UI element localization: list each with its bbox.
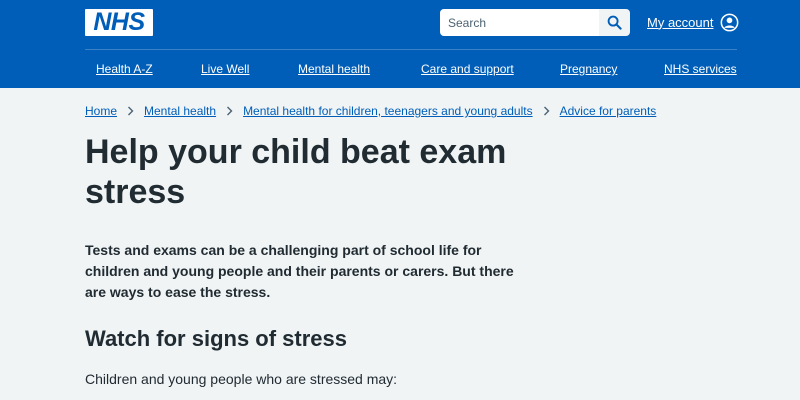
section-heading: Watch for signs of stress — [85, 326, 348, 351]
breadcrumb: Home Mental health Mental health for chi… — [85, 104, 656, 118]
search-button[interactable] — [599, 9, 630, 36]
site-header: NHS My account Health A-Z Live Well Ment… — [0, 0, 800, 88]
nav-item-health-a-z[interactable]: Health A-Z — [96, 62, 153, 76]
nhs-logo[interactable]: NHS — [85, 9, 153, 36]
chevron-right-icon — [216, 106, 243, 116]
breadcrumb-advice-for-parents[interactable]: Advice for parents — [560, 104, 657, 118]
primary-navigation: Health A-Z Live Well Mental health Care … — [85, 62, 737, 78]
breadcrumb-mental-health[interactable]: Mental health — [144, 104, 216, 118]
header-divider — [85, 49, 737, 50]
search-form — [440, 9, 630, 36]
nav-item-pregnancy[interactable]: Pregnancy — [560, 62, 617, 76]
lede-paragraph: Tests and exams can be a challenging par… — [85, 242, 514, 300]
chevron-right-icon — [533, 106, 560, 116]
breadcrumb-mental-health-children[interactable]: Mental health for children, teenagers an… — [243, 104, 533, 118]
search-icon — [607, 15, 622, 30]
user-circle-icon — [721, 13, 739, 31]
section-paragraph: Children and young people who are stress… — [85, 371, 398, 387]
my-account-label: My account — [647, 14, 714, 30]
nav-item-nhs-services[interactable]: NHS services — [664, 62, 737, 76]
nav-item-care-and-support[interactable]: Care and support — [421, 62, 514, 76]
nav-item-mental-health[interactable]: Mental health — [298, 62, 370, 76]
search-input[interactable] — [440, 9, 599, 36]
nav-item-live-well[interactable]: Live Well — [201, 62, 249, 76]
page-title: Help your child beat exam stress — [85, 133, 507, 211]
my-account-link[interactable]: My account — [647, 11, 739, 33]
nhs-logo-text: NHS — [93, 8, 145, 36]
chevron-right-icon — [117, 106, 144, 116]
breadcrumb-home[interactable]: Home — [85, 104, 117, 118]
